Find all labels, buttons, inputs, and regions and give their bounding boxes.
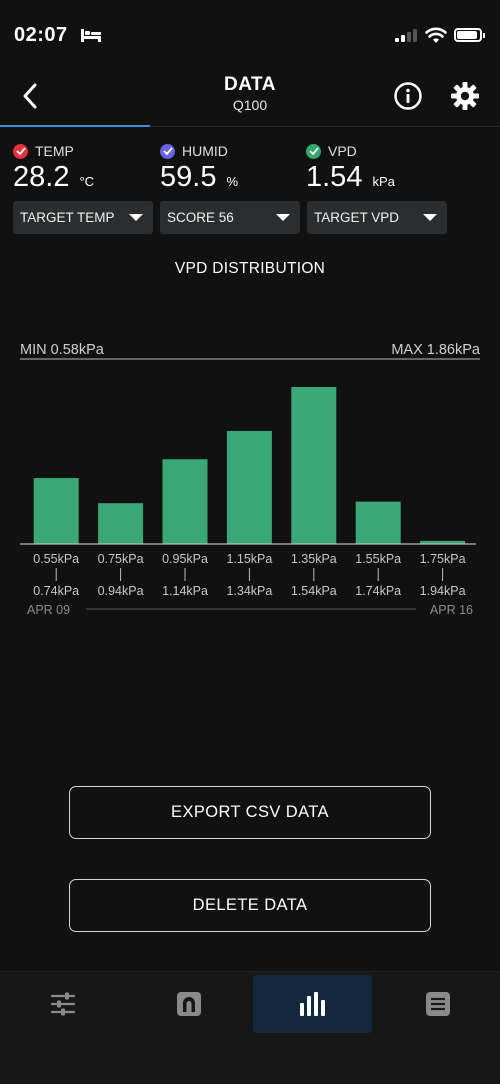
bed-icon [81, 29, 101, 42]
dropdown-label: TARGET TEMP [20, 210, 115, 225]
sliders-icon [50, 992, 75, 1016]
tab-indicator [0, 125, 150, 127]
chevron-left-icon [23, 83, 37, 109]
target-temp-dropdown[interactable]: TARGET TEMP [13, 201, 153, 234]
device-name: Q100 [232, 97, 268, 113]
bin-high-label: 1.74kPa [355, 584, 401, 598]
humid-value: 59.5 [160, 161, 217, 193]
temp-label: TEMP [35, 143, 74, 159]
bin-low-label: 1.75kPa [420, 552, 466, 566]
delete-data-button[interactable]: DELETE DATA [69, 879, 431, 932]
export-csv-button[interactable]: EXPORT CSV DATA [69, 786, 431, 839]
nav-device[interactable] [129, 975, 248, 1033]
chart-bar [355, 501, 401, 544]
vpd-unit: kPa [372, 174, 395, 189]
chart-bar [98, 503, 144, 544]
temp-unit: °C [79, 174, 95, 189]
bin-low-label: 1.35kPa [291, 552, 337, 566]
temp-reading: TEMP 28.2 °C [13, 143, 94, 194]
bin-low-label: 1.15kPa [226, 552, 272, 566]
caret-down-icon [276, 214, 290, 221]
caret-down-icon [129, 214, 143, 221]
check-icon [160, 143, 175, 159]
start-date-label: APR 09 [27, 603, 70, 617]
vpd-distribution-chart: 0.55kPa 0.74kPa 0.75kPa 0.94kPa 0.95kPa 1.14k… [20, 358, 480, 617]
humid-label: HUMID [182, 143, 228, 159]
cellular-signal-icon [395, 28, 417, 42]
arch-icon [176, 992, 201, 1016]
humid-reading: HUMID 59.5 % [160, 143, 238, 194]
vpd-reading: VPD 1.54 kPa [306, 143, 395, 194]
menu-icon [425, 992, 450, 1016]
gear-icon[interactable] [449, 80, 481, 112]
bin-high-label: 0.94kPa [98, 584, 144, 598]
check-icon [306, 143, 321, 159]
bin-low-label: 0.95kPa [162, 552, 208, 566]
bin-high-label: 1.34kPa [226, 584, 272, 598]
check-icon [13, 143, 28, 159]
back-button[interactable] [14, 78, 46, 114]
nav-controls[interactable] [3, 975, 122, 1033]
battery-icon [454, 28, 485, 42]
bin-high-label: 1.54kPa [291, 584, 337, 598]
bin-high-label: 0.74kPa [33, 584, 79, 598]
dropdown-label: TARGET VPD [314, 210, 400, 225]
bar-chart-icon [299, 992, 325, 1016]
chart-title: VPD DISTRIBUTION [174, 260, 326, 277]
nav-menu[interactable] [378, 975, 497, 1033]
bin-high-label: 1.14kPa [162, 584, 208, 598]
wifi-icon [425, 27, 447, 43]
nav-data[interactable] [253, 975, 372, 1033]
chart-bar [291, 387, 337, 544]
target-vpd-dropdown[interactable]: TARGET VPD [307, 201, 447, 234]
page-title: DATA [224, 74, 276, 95]
score-dropdown[interactable]: SCORE 56 [160, 201, 300, 234]
vpd-value: 1.54 [306, 161, 363, 193]
chart-bar [162, 459, 208, 544]
temp-value: 28.2 [13, 161, 70, 193]
status-time: 02:07 [14, 24, 68, 46]
caret-down-icon [423, 214, 437, 221]
chart-bar [226, 430, 272, 544]
vpd-label: VPD [328, 143, 357, 159]
end-date-label: APR 16 [430, 603, 473, 617]
bin-low-label: 0.55kPa [33, 552, 79, 566]
info-icon[interactable] [393, 81, 423, 111]
chart-bar [33, 478, 79, 544]
dropdown-label: SCORE 56 [167, 210, 234, 225]
bin-low-label: 1.55kPa [355, 552, 401, 566]
humid-unit: % [226, 174, 239, 189]
bin-low-label: 0.75kPa [98, 552, 144, 566]
bin-high-label: 1.94kPa [420, 584, 466, 598]
